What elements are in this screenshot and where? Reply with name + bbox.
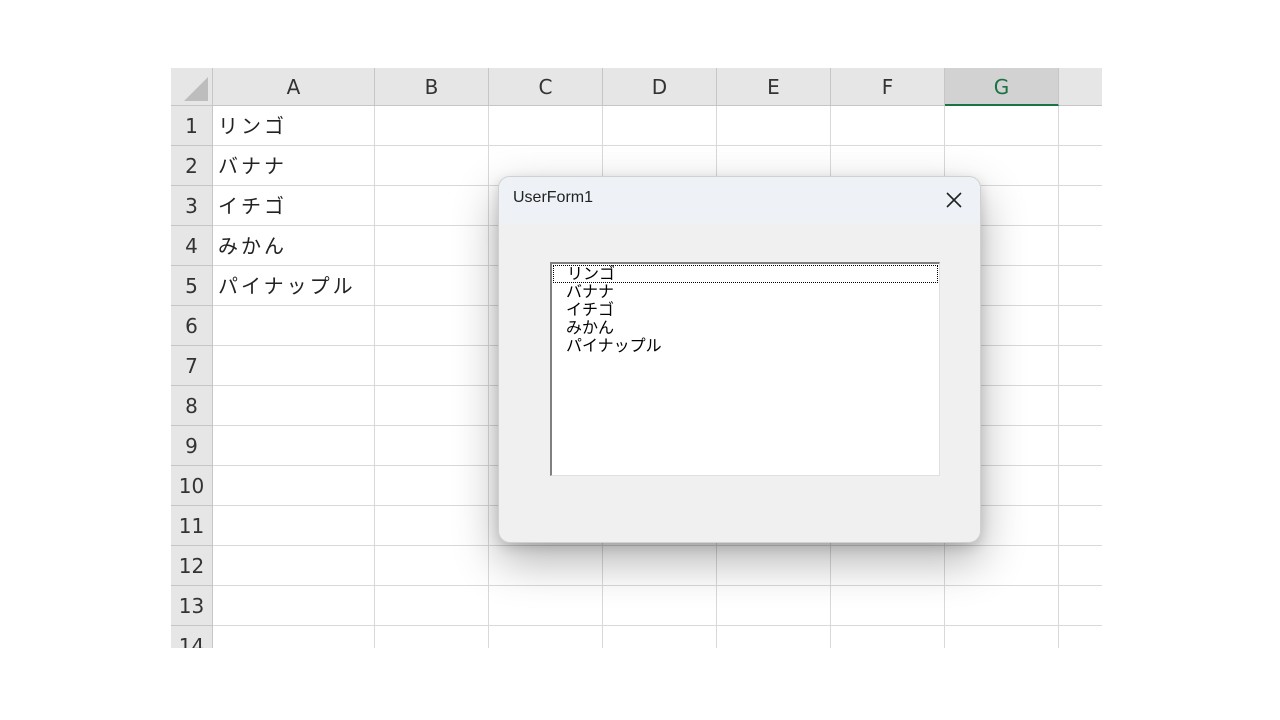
cell-extra-13[interactable] [1059, 586, 1102, 626]
column-header-a[interactable]: A [213, 68, 375, 106]
cell-a4[interactable]: みかん [213, 226, 375, 266]
cell-e1[interactable] [717, 106, 831, 146]
cell-g13[interactable] [945, 586, 1059, 626]
cell-extra-7[interactable] [1059, 346, 1102, 386]
cell-e14[interactable] [717, 626, 831, 648]
row-header-2[interactable]: 2 [171, 146, 213, 186]
row-header-11[interactable]: 11 [171, 506, 213, 546]
select-all-button[interactable] [171, 68, 213, 106]
cell-f1[interactable] [831, 106, 945, 146]
cell-a10[interactable] [213, 466, 375, 506]
cell-c1[interactable] [489, 106, 603, 146]
cell-a2[interactable]: バナナ [213, 146, 375, 186]
cell-a13[interactable] [213, 586, 375, 626]
cell-a11[interactable] [213, 506, 375, 546]
cell-b9[interactable] [375, 426, 489, 466]
cell-c12[interactable] [489, 546, 603, 586]
cell-b3[interactable] [375, 186, 489, 226]
listbox-item[interactable]: みかん [552, 319, 939, 337]
cell-b8[interactable] [375, 386, 489, 426]
cell-extra-12[interactable] [1059, 546, 1102, 586]
column-header-d[interactable]: D [603, 68, 717, 106]
row-header-10[interactable]: 10 [171, 466, 213, 506]
cell-d12[interactable] [603, 546, 717, 586]
cell-d13[interactable] [603, 586, 717, 626]
close-button[interactable] [936, 183, 972, 217]
dialog-titlebar[interactable]: UserForm1 [499, 177, 980, 223]
cell-b10[interactable] [375, 466, 489, 506]
cell-a12[interactable] [213, 546, 375, 586]
cell-a6[interactable] [213, 306, 375, 346]
cell-extra-3[interactable] [1059, 186, 1102, 226]
cell-b5[interactable] [375, 266, 489, 306]
cell-c14[interactable] [489, 626, 603, 648]
cell-f14[interactable] [831, 626, 945, 648]
column-header-f[interactable]: F [831, 68, 945, 106]
row-header-1[interactable]: 1 [171, 106, 213, 146]
cell-e13[interactable] [717, 586, 831, 626]
row-header-12[interactable]: 12 [171, 546, 213, 586]
cell-extra-11[interactable] [1059, 506, 1102, 546]
cell-extra-4[interactable] [1059, 226, 1102, 266]
cell-g1[interactable] [945, 106, 1059, 146]
cell-a14[interactable] [213, 626, 375, 648]
listbox-item[interactable]: バナナ [552, 283, 939, 301]
listbox[interactable]: リンゴ バナナ イチゴ みかん パイナップル [550, 262, 940, 476]
row-header-6[interactable]: 6 [171, 306, 213, 346]
cell-a7[interactable] [213, 346, 375, 386]
row-header-5[interactable]: 5 [171, 266, 213, 306]
cell-extra-8[interactable] [1059, 386, 1102, 426]
column-header-b[interactable]: B [375, 68, 489, 106]
cell-b12[interactable] [375, 546, 489, 586]
row-header-8[interactable]: 8 [171, 386, 213, 426]
listbox-item[interactable]: パイナップル [552, 337, 939, 355]
row-header-13[interactable]: 13 [171, 586, 213, 626]
column-header-e[interactable]: E [717, 68, 831, 106]
row-header-9[interactable]: 9 [171, 426, 213, 466]
column-header-g[interactable]: G [945, 68, 1059, 106]
dialog-title: UserForm1 [513, 189, 594, 206]
column-header-extra[interactable] [1059, 68, 1102, 106]
cell-f12[interactable] [831, 546, 945, 586]
cell-extra-10[interactable] [1059, 466, 1102, 506]
row-header-14[interactable]: 14 [171, 626, 213, 648]
cell-extra-1[interactable] [1059, 106, 1102, 146]
cell-d1[interactable] [603, 106, 717, 146]
cell-extra-5[interactable] [1059, 266, 1102, 306]
cell-e12[interactable] [717, 546, 831, 586]
cell-b2[interactable] [375, 146, 489, 186]
userform-dialog: UserForm1 リンゴ バナナ イチゴ みかん パイナップル [498, 176, 981, 543]
row-header-3[interactable]: 3 [171, 186, 213, 226]
cell-c13[interactable] [489, 586, 603, 626]
cell-extra-9[interactable] [1059, 426, 1102, 466]
row-header-4[interactable]: 4 [171, 226, 213, 266]
close-icon [946, 192, 962, 208]
cell-a8[interactable] [213, 386, 375, 426]
cell-b13[interactable] [375, 586, 489, 626]
cell-g14[interactable] [945, 626, 1059, 648]
cell-a1[interactable]: リンゴ [213, 106, 375, 146]
cell-extra-6[interactable] [1059, 306, 1102, 346]
cell-d14[interactable] [603, 626, 717, 648]
listbox-item[interactable]: リンゴ [553, 265, 938, 283]
row-header-7[interactable]: 7 [171, 346, 213, 386]
column-header-c[interactable]: C [489, 68, 603, 106]
cell-extra-14[interactable] [1059, 626, 1102, 648]
cell-b1[interactable] [375, 106, 489, 146]
cell-f13[interactable] [831, 586, 945, 626]
cell-b7[interactable] [375, 346, 489, 386]
cell-extra-2[interactable] [1059, 146, 1102, 186]
cell-a5[interactable]: パイナップル [213, 266, 375, 306]
cell-b11[interactable] [375, 506, 489, 546]
listbox-item[interactable]: イチゴ [552, 301, 939, 319]
cell-g12[interactable] [945, 546, 1059, 586]
cell-b14[interactable] [375, 626, 489, 648]
cell-a3[interactable]: イチゴ [213, 186, 375, 226]
cell-b6[interactable] [375, 306, 489, 346]
cell-b4[interactable] [375, 226, 489, 266]
cell-a9[interactable] [213, 426, 375, 466]
